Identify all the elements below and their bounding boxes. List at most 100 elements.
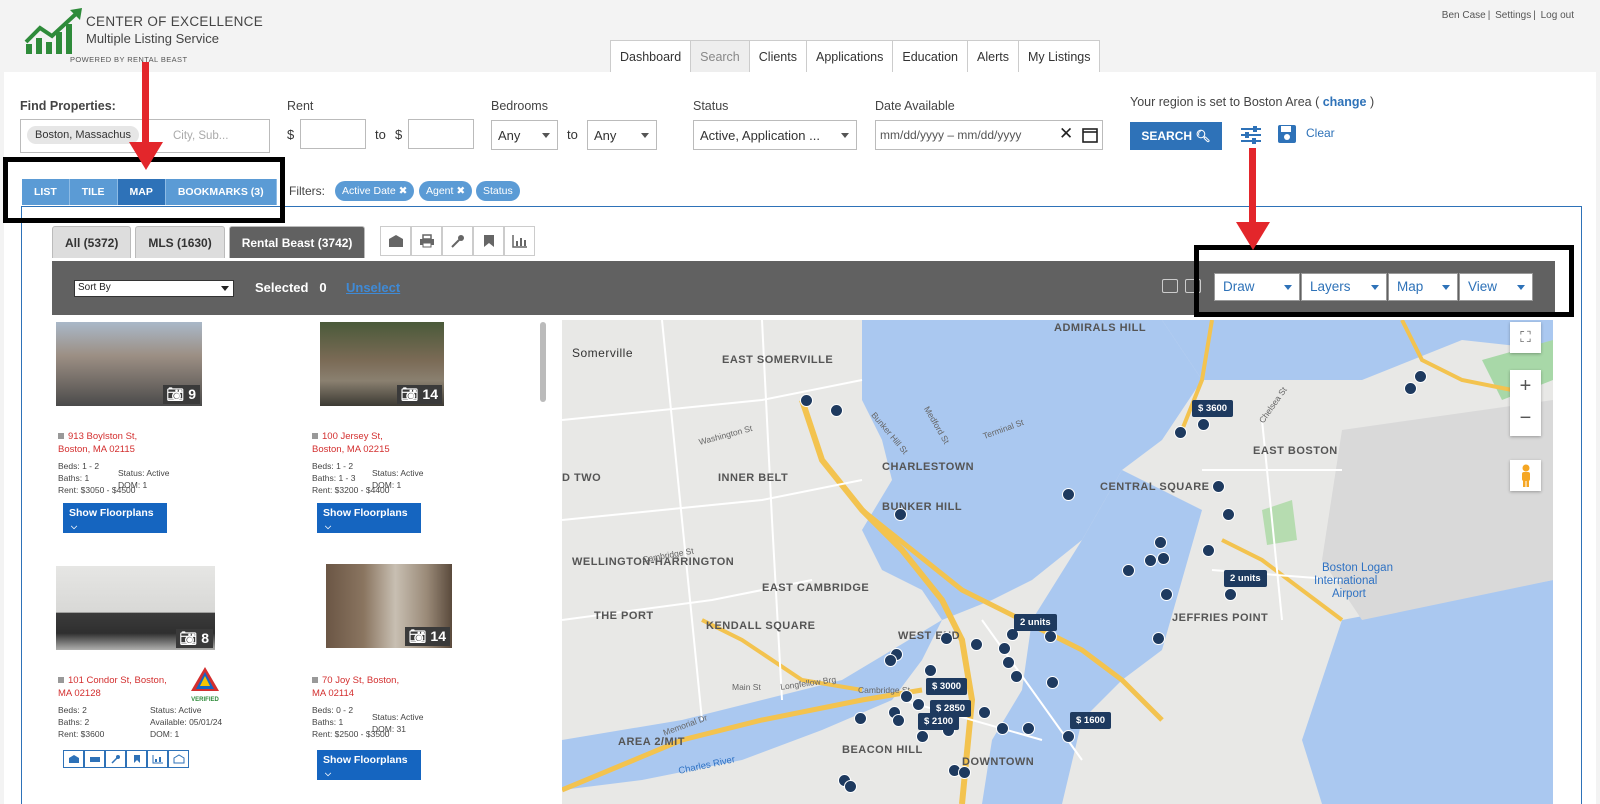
- tab-rental-beast[interactable]: Rental Beast (3742): [228, 226, 366, 258]
- listing-pin[interactable]: [1212, 480, 1225, 493]
- clear-date-icon[interactable]: ✕: [1059, 124, 1073, 144]
- date-range-input[interactable]: mm/dd/yyyy – mm/dd/yyyy ✕: [875, 120, 1103, 150]
- unselect-link[interactable]: Unselect: [346, 280, 400, 295]
- listing-pin[interactable]: [1062, 488, 1075, 501]
- zoom-in-icon[interactable]: +: [1520, 370, 1532, 403]
- listing-pin[interactable]: [1010, 670, 1023, 683]
- nav-alerts[interactable]: Alerts: [967, 40, 1019, 72]
- listing-address[interactable]: 100 Jersey St, Boston, MA 02215: [312, 430, 390, 456]
- nav-dashboard[interactable]: Dashboard: [610, 40, 692, 72]
- listing-pin[interactable]: [1202, 544, 1215, 557]
- show-floorplans-button[interactable]: Show Floorplans ⌵: [317, 750, 421, 780]
- listing-pin[interactable]: [1414, 370, 1427, 383]
- price-tag[interactable]: $ 3600: [1192, 400, 1234, 417]
- listing-pin[interactable]: [912, 698, 925, 711]
- filter-chip-agent[interactable]: Agent ✖: [419, 181, 473, 201]
- listing-card[interactable]: 📷︎ 8 101 Condor St, Boston, MA 02128 VER…: [56, 566, 289, 786]
- save-search-icon[interactable]: [1277, 124, 1297, 144]
- listing-pin[interactable]: [1022, 722, 1035, 735]
- listing-card[interactable]: 📷︎ 14 70 Joy St, Boston, MA 02114 Beds: …: [310, 564, 532, 786]
- listing-pin[interactable]: [894, 508, 907, 521]
- listing-pin[interactable]: [958, 766, 971, 779]
- listing-pin[interactable]: [1404, 382, 1417, 395]
- listing-pin[interactable]: [1154, 536, 1167, 549]
- price-tag[interactable]: 2 units: [1014, 614, 1057, 631]
- nav-applications[interactable]: Applications: [805, 40, 894, 72]
- email-icon[interactable]: [380, 226, 411, 256]
- listing-pin[interactable]: [1222, 508, 1235, 521]
- price-tag[interactable]: 2 units: [1224, 570, 1267, 587]
- listing-pin[interactable]: [1122, 564, 1135, 577]
- price-tag[interactable]: $ 3000: [926, 678, 968, 695]
- nav-search[interactable]: Search: [690, 40, 750, 72]
- user-name-link[interactable]: Ben Case: [1442, 10, 1486, 21]
- listing-pin[interactable]: [1046, 676, 1059, 689]
- key-icon[interactable]: [105, 750, 126, 768]
- street-view-pegman-icon[interactable]: [1510, 460, 1541, 491]
- chart-icon[interactable]: [504, 226, 535, 256]
- bookmark-icon[interactable]: [473, 226, 504, 256]
- listing-pin[interactable]: [800, 394, 813, 407]
- listing-pin[interactable]: [916, 730, 929, 743]
- tab-mls[interactable]: MLS (1630): [135, 226, 225, 258]
- listing-pin[interactable]: [1002, 656, 1015, 669]
- bookmark-icon[interactable]: [126, 750, 147, 768]
- map-canvas[interactable]: Somerville EAST SOMERVILLE ADMIRALS HILL…: [562, 320, 1553, 804]
- search-button[interactable]: SEARCH 🔍︎: [1130, 122, 1222, 150]
- listing-pin[interactable]: [1157, 552, 1170, 565]
- listing-pin[interactable]: [940, 632, 953, 645]
- listing-pin[interactable]: [1160, 588, 1173, 601]
- listing-pin[interactable]: [844, 780, 857, 793]
- message-icon[interactable]: [1162, 279, 1178, 293]
- nav-clients[interactable]: Clients: [748, 40, 807, 72]
- listing-pin[interactable]: [854, 712, 867, 725]
- rent-max-input[interactable]: [408, 119, 474, 149]
- listing-photo[interactable]: 📷︎ 9: [56, 322, 202, 406]
- tab-all[interactable]: All (5372): [52, 226, 132, 258]
- open-mail-icon[interactable]: [168, 750, 189, 768]
- listing-pin[interactable]: [892, 714, 905, 727]
- status-select[interactable]: Active, Application ...: [693, 120, 857, 150]
- listing-pin[interactable]: [1144, 554, 1157, 567]
- listing-photo[interactable]: 📷︎ 14: [326, 564, 452, 648]
- listing-photo[interactable]: 📷︎ 8: [56, 566, 215, 650]
- bedrooms-min-select[interactable]: Any: [491, 120, 558, 150]
- nav-my-listings[interactable]: My Listings: [1017, 40, 1101, 72]
- clear-link[interactable]: Clear: [1306, 126, 1335, 140]
- listing-pin[interactable]: [998, 642, 1011, 655]
- filter-chip-status[interactable]: Status: [476, 181, 520, 201]
- email-icon[interactable]: [63, 750, 84, 768]
- bedrooms-max-select[interactable]: Any: [587, 120, 657, 150]
- print-icon[interactable]: [84, 750, 105, 768]
- fullscreen-icon[interactable]: ⛶: [1510, 322, 1541, 353]
- listing-address[interactable]: 913 Boylston St, Boston, MA 02115: [58, 430, 137, 456]
- listing-pin[interactable]: [1197, 418, 1210, 431]
- listing-card[interactable]: 📷︎ 9 913 Boylston St, Boston, MA 02115 B…: [56, 322, 289, 542]
- calendar-icon[interactable]: [1082, 127, 1098, 143]
- key-icon[interactable]: [442, 226, 473, 256]
- listing-pin[interactable]: [978, 706, 991, 719]
- zoom-out-icon[interactable]: −: [1520, 403, 1532, 436]
- logout-link[interactable]: Log out: [1541, 10, 1574, 21]
- listing-scrollbar[interactable]: [540, 322, 546, 402]
- chart-icon[interactable]: [147, 750, 168, 768]
- listing-pin[interactable]: [1062, 730, 1075, 743]
- listing-pin[interactable]: [1174, 426, 1187, 439]
- show-floorplans-button[interactable]: Show Floorplans ⌵: [63, 503, 167, 533]
- sort-by-select[interactable]: Sort By: [74, 280, 234, 297]
- listing-pin[interactable]: [924, 664, 937, 677]
- listing-pin[interactable]: [884, 654, 897, 667]
- listing-pin[interactable]: [1224, 588, 1237, 601]
- location-chip[interactable]: Boston, Massachus: [27, 126, 139, 144]
- listing-pin[interactable]: [996, 722, 1009, 735]
- listing-address[interactable]: 101 Condor St, Boston, MA 02128: [58, 674, 167, 700]
- listing-pin[interactable]: [900, 690, 913, 703]
- listing-pin[interactable]: [970, 638, 983, 651]
- price-tag[interactable]: $ 2100: [918, 713, 960, 730]
- rent-min-input[interactable]: [300, 119, 366, 149]
- print-icon[interactable]: [411, 226, 442, 256]
- show-floorplans-button[interactable]: Show Floorplans ⌵: [317, 503, 421, 533]
- nav-education[interactable]: Education: [892, 40, 968, 72]
- price-tag[interactable]: $ 1600: [1070, 712, 1112, 729]
- filter-chip-active-date[interactable]: Active Date ✖: [335, 181, 415, 201]
